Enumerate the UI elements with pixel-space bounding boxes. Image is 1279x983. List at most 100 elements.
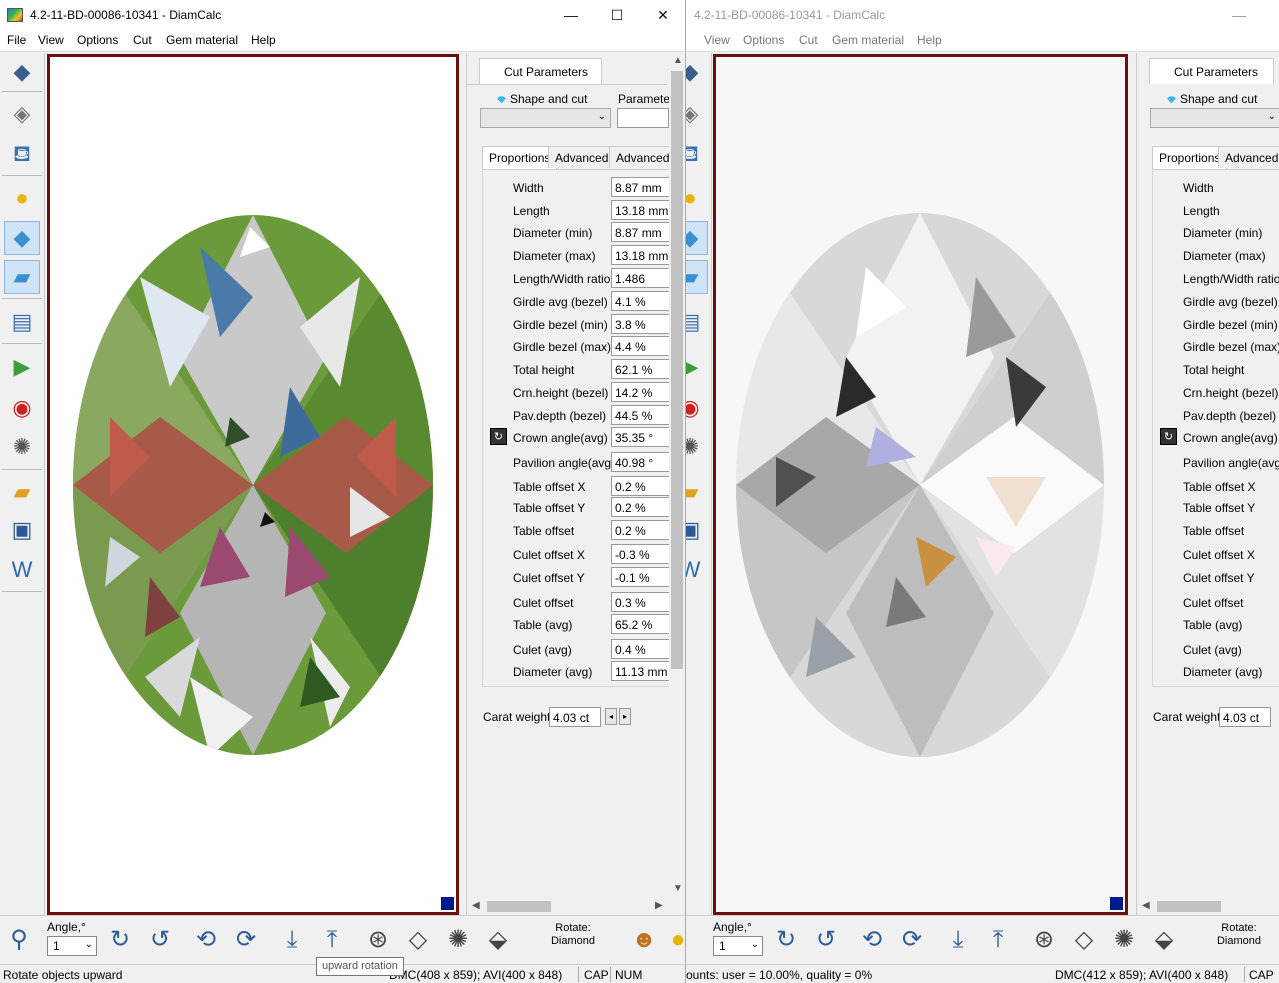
spectrum-icon[interactable]: ▰ xyxy=(686,260,708,294)
tab-cut-parameters[interactable]: Cut Parameters xyxy=(479,58,602,84)
property-value-field[interactable]: 1.486 xyxy=(611,268,671,288)
lock-toggle-icon[interactable]: ↻ xyxy=(1160,428,1177,445)
property-value-field[interactable]: 8.87 mm xyxy=(611,177,671,197)
open-folder-icon[interactable]: ▰ xyxy=(4,475,40,509)
horizontal-scroll-thumb[interactable] xyxy=(487,901,551,912)
carat-increase-button[interactable]: ▸ xyxy=(619,708,631,725)
word-export-icon[interactable]: W xyxy=(4,553,40,587)
minimize-button[interactable]: — xyxy=(548,0,594,30)
tab-advanced[interactable]: Advanced xyxy=(1218,146,1279,168)
side-view-icon[interactable]: ◇ xyxy=(1068,924,1100,956)
property-value-field[interactable]: 14.2 % xyxy=(611,382,671,402)
property-value-field[interactable]: 13.18 mm xyxy=(611,200,671,220)
property-value-field[interactable]: 8.87 mm xyxy=(611,222,671,242)
menu-file[interactable]: File xyxy=(7,33,26,47)
tab-cut-parameters[interactable]: Cut Parameters xyxy=(1149,58,1274,84)
tilt-view-icon[interactable]: ⬙ xyxy=(482,924,514,956)
rotate-right-icon[interactable]: ⟳ xyxy=(896,924,928,956)
panel-horizontal-scrollbar[interactable]: ◀ xyxy=(1137,898,1279,915)
menu-view[interactable]: View xyxy=(704,33,730,47)
report-icon[interactable]: ▤ xyxy=(686,305,708,339)
scroll-left-arrow-icon[interactable]: ◀ xyxy=(1142,900,1150,911)
save-disk-icon[interactable]: ▣ xyxy=(4,513,40,547)
property-value-field[interactable]: 0.2 % xyxy=(611,520,671,540)
spectrum-icon[interactable]: ▰ xyxy=(4,260,40,294)
rotate-downward-icon[interactable]: ⤓ xyxy=(942,924,974,956)
property-value-field[interactable]: 4.4 % xyxy=(611,336,671,356)
diamond-viewport[interactable] xyxy=(47,54,459,915)
rotate-upward-icon[interactable]: ⤒ xyxy=(982,924,1014,956)
rotate-clockwise-icon[interactable]: ↻ xyxy=(770,924,802,956)
light-bulb-icon[interactable]: ● xyxy=(662,924,685,956)
panel-vertical-scrollbar[interactable]: ▲ ▼ xyxy=(669,53,685,898)
bottom-view-icon[interactable]: ✺ xyxy=(442,924,474,956)
menu-help[interactable]: Help xyxy=(251,33,276,47)
rotate-left-icon[interactable]: ⟲ xyxy=(856,924,888,956)
property-value-field[interactable]: 11.13 mm xyxy=(611,661,671,681)
angle-select[interactable]: 1 ⌄ xyxy=(47,936,97,956)
save-disk-icon[interactable]: ▣ xyxy=(686,513,708,547)
diamond-settings-icon[interactable]: ✺ xyxy=(4,430,40,464)
scroll-down-arrow-icon[interactable]: ▼ xyxy=(673,883,683,894)
rotate-counterclockwise-icon[interactable]: ↺ xyxy=(810,924,842,956)
video-record-icon[interactable]: ◉ xyxy=(686,391,708,425)
property-value-field[interactable]: 13.18 mm xyxy=(611,245,671,265)
carat-weight-field[interactable]: 4.03 ct xyxy=(1219,707,1271,727)
menu-gem-material[interactable]: Gem material xyxy=(832,33,904,47)
property-value-field[interactable]: 3.8 % xyxy=(611,314,671,334)
horizontal-scroll-thumb[interactable] xyxy=(1157,901,1221,912)
rotate-clockwise-icon[interactable]: ↻ xyxy=(104,924,136,956)
top-view-icon[interactable]: ⊛ xyxy=(1028,924,1060,956)
menu-options[interactable]: Options xyxy=(77,33,118,47)
open-folder-icon[interactable]: ▰ xyxy=(686,475,708,509)
close-button[interactable]: ✕ xyxy=(640,0,685,30)
tilt-view-icon[interactable]: ⬙ xyxy=(1148,924,1180,956)
angle-select[interactable]: 1 ⌄ xyxy=(713,936,763,956)
light-bulb-icon[interactable]: ● xyxy=(686,181,708,215)
light-bulb-icon[interactable]: ● xyxy=(4,181,40,215)
property-value-field[interactable]: 35.35 ° xyxy=(611,427,671,447)
lock-toggle-icon[interactable]: ↻ xyxy=(490,428,507,445)
shape-select[interactable]: ⌄ xyxy=(1150,108,1279,128)
tab-proportions[interactable]: Proportions xyxy=(482,146,558,169)
diamond-viewport[interactable] xyxy=(713,54,1128,915)
paint-bucket-icon[interactable]: ⛾ xyxy=(4,137,40,171)
property-value-field[interactable]: 40.98 ° xyxy=(611,452,671,472)
scroll-right-arrow-icon[interactable]: ▶ xyxy=(655,900,663,911)
minimize-button[interactable]: — xyxy=(1216,0,1262,30)
video-record-icon[interactable]: ◉ xyxy=(4,391,40,425)
diamond-wireframe-icon[interactable]: ◆ xyxy=(4,55,40,89)
zoom-magnifier-icon[interactable]: ⚲ xyxy=(3,924,35,956)
vertical-scroll-thumb[interactable] xyxy=(671,71,683,669)
property-value-field[interactable]: 62.1 % xyxy=(611,359,671,379)
tab-proportions[interactable]: Proportions xyxy=(1152,146,1228,169)
property-value-field[interactable]: -0.1 % xyxy=(611,567,671,587)
menu-gem-material[interactable]: Gem material xyxy=(166,33,238,47)
menu-cut[interactable]: Cut xyxy=(133,33,152,47)
property-value-field[interactable]: 0.2 % xyxy=(611,476,671,496)
rotate-upward-icon[interactable]: ⤒ xyxy=(316,924,348,956)
menu-options[interactable]: Options xyxy=(743,33,784,47)
rotate-right-icon[interactable]: ⟳ xyxy=(230,924,262,956)
property-value-field[interactable]: 4.1 % xyxy=(611,291,671,311)
bottom-view-icon[interactable]: ✺ xyxy=(1108,924,1140,956)
word-export-icon[interactable]: W xyxy=(686,553,708,587)
diamond-render-icon[interactable]: ◆ xyxy=(4,221,40,255)
top-view-icon[interactable]: ⊛ xyxy=(362,924,394,956)
diamond-wireframe-icon[interactable]: ◆ xyxy=(686,55,708,89)
menu-view[interactable]: View xyxy=(38,33,64,47)
video-play-icon[interactable]: ▶ xyxy=(4,350,40,384)
scroll-up-arrow-icon[interactable]: ▲ xyxy=(673,55,683,66)
diamond-settings-icon[interactable]: ✺ xyxy=(686,430,708,464)
shape-select[interactable]: ⌄ xyxy=(480,108,611,128)
carat-decrease-button[interactable]: ◂ xyxy=(605,708,617,725)
scroll-left-arrow-icon[interactable]: ◀ xyxy=(472,900,480,911)
property-value-field[interactable]: 0.2 % xyxy=(611,497,671,517)
property-value-field[interactable]: 0.3 % xyxy=(611,592,671,612)
diamond-gray-icon[interactable]: ◈ xyxy=(4,97,40,131)
carat-weight-field[interactable]: 4.03 ct xyxy=(549,707,601,727)
tab-advanced[interactable]: Advanced xyxy=(548,146,616,168)
parameters-field[interactable] xyxy=(617,108,669,128)
maximize-button[interactable]: ☐ xyxy=(594,0,640,30)
property-value-field[interactable]: 44.5 % xyxy=(611,405,671,425)
